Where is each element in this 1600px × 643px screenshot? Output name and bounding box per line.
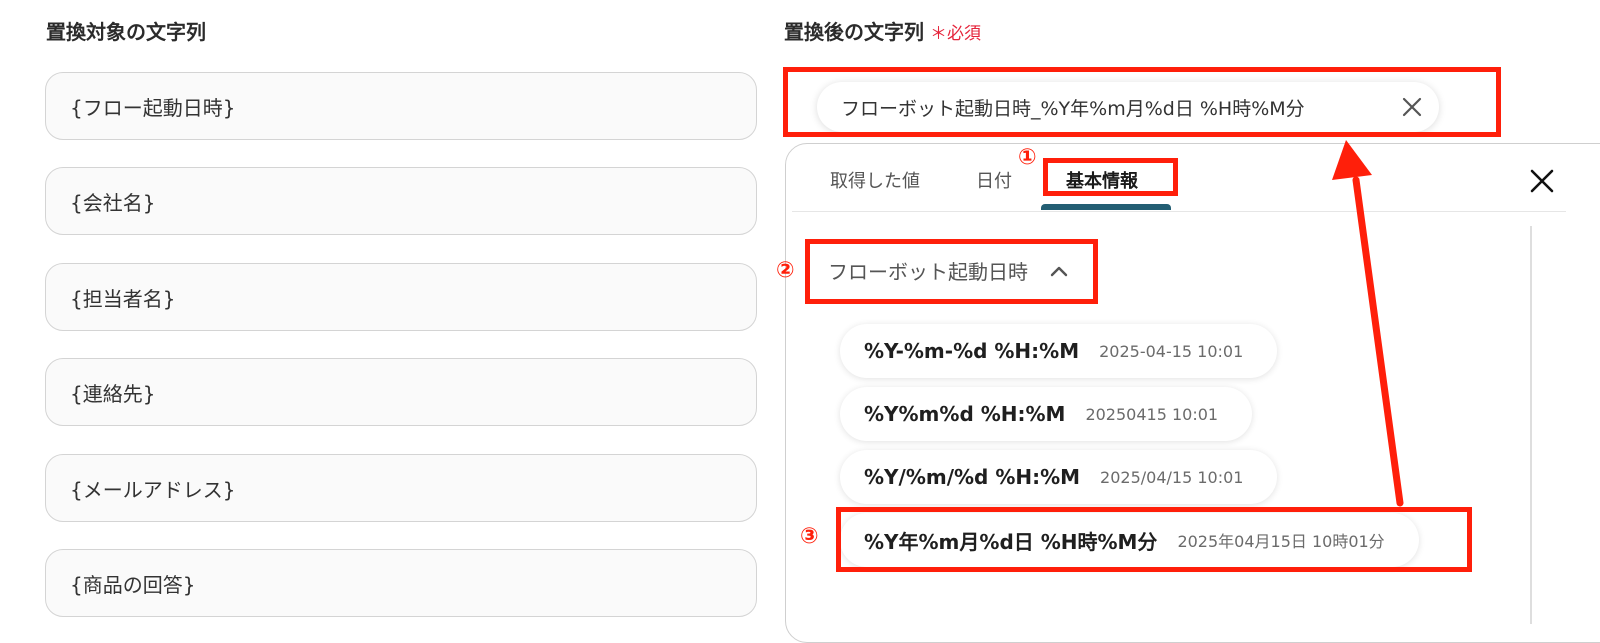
annotation-arrow (1332, 140, 1404, 507)
